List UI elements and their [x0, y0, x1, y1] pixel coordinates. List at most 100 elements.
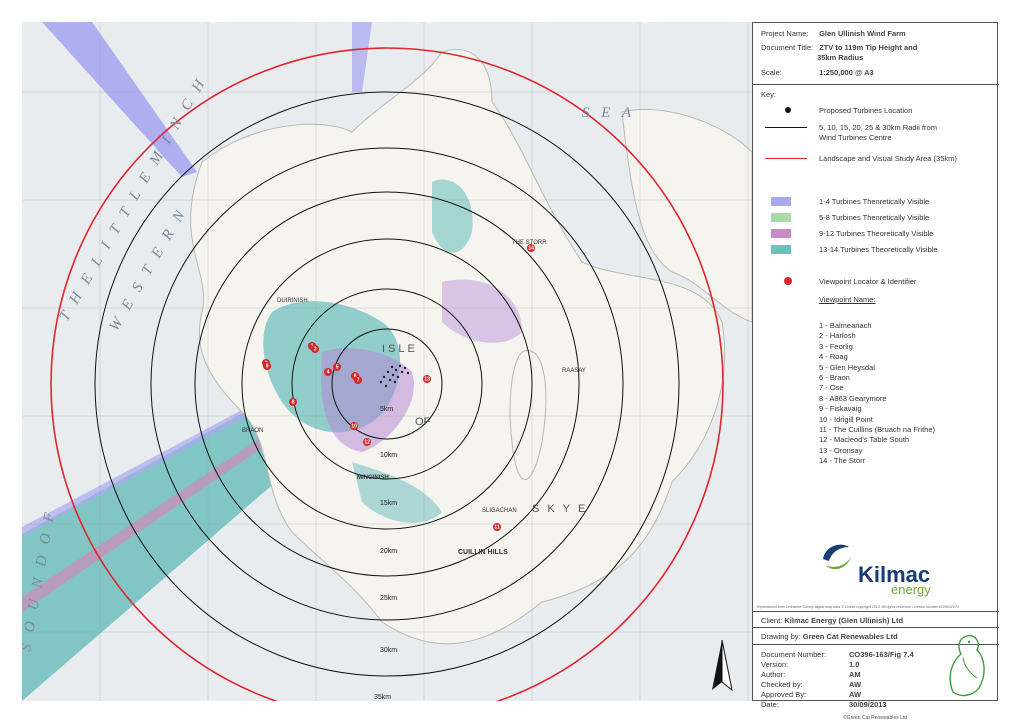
author-label: Author: [761, 670, 786, 679]
doc-number-value: CO396-163/Fig 7.4 [849, 650, 914, 659]
client-label: Client: [761, 616, 783, 625]
place-cuillin-hills: CUILLIN HILLS [458, 549, 508, 556]
viewpoint-marker-number: 7 [357, 378, 360, 384]
document-title-row-2: 35km Radius [817, 53, 863, 62]
scale-row: Scale: 1:250,000 @ A3 [761, 68, 874, 77]
place-minginish: MINGINISH [357, 475, 389, 481]
viewpoint-item: 12 - Macleod's Table South [819, 435, 910, 445]
client-value: Kilmac Energy (Glen Ullinish) Ltd [784, 616, 904, 625]
turbine-location-symbol [785, 107, 791, 113]
viewpoint-item: 3 - Feorlig [819, 341, 853, 351]
project-name-value: Glen Ullinish Wind Farm [819, 29, 906, 38]
key-study-area-label: Landscape and Visual Study Area (35km) [819, 154, 957, 163]
viewpoint-marker-number: 14 [528, 246, 534, 252]
document-title-value-1: ZTV to 119m Tip Height and [819, 43, 918, 52]
kilmac-logo-sub: energy [891, 582, 931, 597]
doc-number-row: Document Number: CO396-163/Fig 7.4 [761, 650, 914, 659]
map-area: 5km 10km 15km 20km 25km 30km 35km W E S … [22, 22, 752, 701]
viewpoint-item: 8 - A863 Gearymore [819, 393, 887, 403]
project-name-label: Project Name: [761, 29, 809, 38]
viewpoint-marker-number: 9 [266, 364, 269, 370]
document-title-label: Document Title: [761, 43, 814, 52]
approved-row: Approved By: AW [761, 690, 861, 699]
version-value: 1.0 [849, 660, 860, 669]
viewpoint-item: 13 - Oronsay [819, 445, 863, 455]
study-area-line-symbol [765, 158, 807, 159]
radius-label-30km: 30km [380, 647, 397, 654]
place-isle: ISLE [382, 343, 418, 355]
checked-row: Checked by: AW [761, 680, 861, 689]
place-duirinish: DUIRINISH [277, 298, 308, 304]
viewpoint-item: 5 - Glen Heysdal [819, 362, 875, 372]
checked-label: Checked by: [761, 680, 803, 689]
north-label: N [715, 700, 728, 701]
checked-value: AW [849, 680, 862, 689]
drawing-label: Drawing by: [761, 632, 801, 641]
viewpoint-marker-number: 5 [336, 365, 339, 371]
swatch-13-14 [771, 245, 791, 254]
place-raasay: RAASAY [562, 368, 586, 374]
date-row: Date: 30/09/2013 [761, 700, 887, 709]
date-value: 30/09/2013 [849, 700, 887, 709]
viewpoint-marker-number: 4 [327, 370, 330, 376]
viewpoint-marker-number: 3 [314, 347, 317, 353]
viewpoint-name-heading: Viewpoint Name: [819, 295, 876, 304]
viewpoint-marker-number: 13 [424, 377, 430, 383]
viewpoint-item: 1 - Balmeanach [819, 321, 872, 330]
author-value: AM [849, 670, 861, 679]
author-row: Author: AM [761, 670, 861, 679]
ztv-label-5-8: 5-8 Turbines Theoretically Visible [819, 213, 930, 222]
viewpoint-locator-symbol [784, 277, 792, 285]
drawing-row: Drawing by: Green Cat Renewables Ltd [761, 632, 898, 641]
key-radii-label-2: Wind Turbines Centre [819, 133, 892, 142]
ztv-label-9-12: 9-12 Turbines Theoretically Visible [819, 229, 934, 238]
map-canvas: 5km 10km 15km 20km 25km 30km 35km W E S … [22, 22, 752, 701]
divider-1 [753, 84, 999, 85]
viewpoint-item: 11 - The Cuillins (Bruach na Frithe) [819, 425, 936, 434]
place-of: OF [415, 416, 431, 428]
drawing-value: Green Cat Renewables Ltd [802, 632, 898, 641]
key-heading: Key: [761, 90, 777, 99]
swatch-9-12 [771, 229, 791, 238]
ztv-label-1-4: 1-4 Turbines Theoretically Visible [819, 197, 930, 206]
viewpoint-item: 10 - Idrigill Point [819, 414, 873, 424]
swatch-1-4 [771, 197, 791, 206]
viewpoint-marker-number: 8 [292, 400, 295, 406]
viewpoint-item: 9 - Fiskavaig [819, 404, 862, 414]
radius-label-35km: 35km [374, 694, 391, 701]
viewpoint-item: 7 - Ose [819, 383, 844, 393]
radius-label-5km: 5km [380, 406, 393, 413]
copyright-note: Reproduced from Ordnance Survey digital … [757, 605, 959, 609]
scale-value: 1:250,000 @ A3 [819, 68, 874, 77]
viewpoint-item: 4 - Roag [819, 352, 848, 362]
key-radii-label: 5, 10, 15, 20, 25 & 30km Radii from [819, 123, 937, 132]
divider-2 [753, 611, 999, 612]
document-title-value-2: 35km Radius [817, 53, 864, 62]
kilmac-logo-mark [819, 539, 853, 573]
version-row: Version: 1.0 [761, 660, 859, 669]
small-company-note: ©Green Cat Renewables Ltd [843, 715, 907, 721]
date-label: Date: [761, 700, 779, 709]
viewpoint-marker-number: 12 [364, 440, 370, 446]
viewpoint-item: 2 - Harlosh [819, 331, 856, 341]
scale-label: Scale: [761, 68, 782, 77]
doc-number-label: Document Number: [761, 650, 827, 659]
approved-label: Approved By: [761, 690, 807, 699]
viewpoint-locator-label: Viewpoint Locator & Identifier [819, 277, 917, 286]
radius-label-20km: 20km [380, 548, 397, 555]
radius-label-10km: 10km [380, 452, 397, 459]
legend-panel: Project Name: Glen Ullinish Wind Farm Do… [752, 22, 999, 721]
project-name-row: Project Name: Glen Ullinish Wind Farm [761, 29, 906, 38]
key-turbines-label: Proposed Turbines Location [819, 106, 913, 115]
green-cat-logo [943, 628, 991, 698]
viewpoint-marker-number: 10 [351, 424, 357, 430]
viewpoint-item: 14 - The Storr [819, 456, 866, 466]
approved-value: AW [849, 690, 862, 699]
place-braon: BRAON [242, 428, 263, 434]
ztv-label-13-14: 13-14 Turbines Theoretically Visible [819, 245, 938, 254]
version-label: Version: [761, 660, 789, 669]
client-row: Client: Kilmac Energy (Glen Ullinish) Lt… [761, 616, 903, 625]
viewpoint-item: 6 - Braon [819, 373, 850, 382]
radius-label-15km: 15km [380, 500, 397, 507]
document-title-row: Document Title: ZTV to 119m Tip Height a… [761, 43, 917, 52]
